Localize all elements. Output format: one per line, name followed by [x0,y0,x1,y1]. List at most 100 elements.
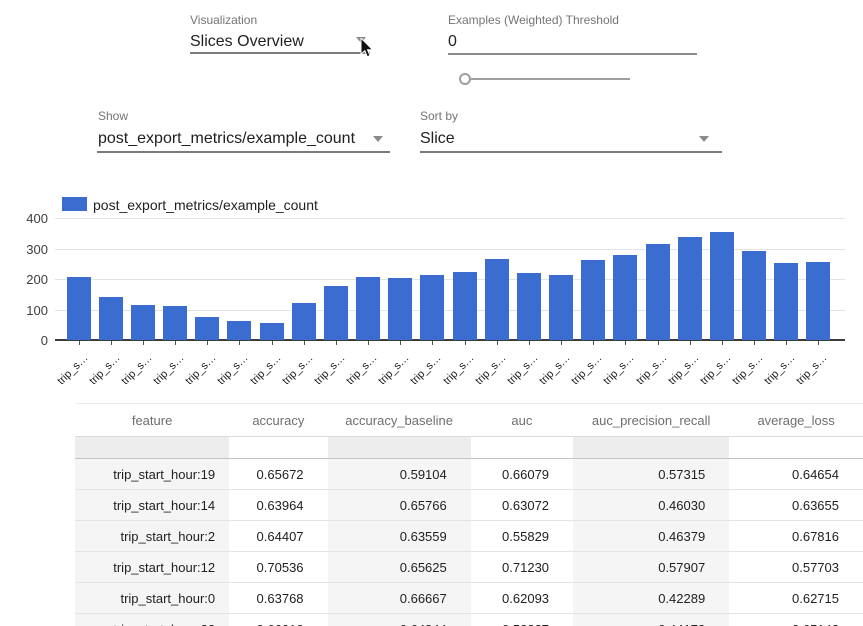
sort-by-select[interactable]: Slice [420,130,455,148]
x-axis-tick-mark [175,341,176,345]
column-header-accuracy_baseline[interactable]: accuracy_baseline [328,404,471,437]
table-row[interactable]: trip_start_hour:190.656720.591040.660790… [75,459,863,490]
bar-example-count[interactable] [163,306,187,340]
bar-example-count[interactable] [806,262,830,340]
bar-example-count[interactable] [260,323,284,340]
show-select[interactable]: post_export_metrics/example_count [98,130,355,148]
x-axis-tick-mark [722,341,723,345]
metric-cell-value: 0.46030 [573,490,729,521]
bar-example-count[interactable] [420,275,444,340]
bar-example-count[interactable] [710,232,734,340]
metric-cell-value: 0.46379 [573,521,729,552]
metric-cell-value: 0.57907 [573,552,729,583]
bar-example-count[interactable] [549,275,573,340]
table-row[interactable]: trip_start_hour:230.660160.648440.583370… [75,614,863,626]
x-axis-tick-mark [786,341,787,345]
metric-cell-value: 0.44173 [573,614,729,626]
filter-cell [229,437,327,459]
bar-example-count[interactable] [324,286,348,340]
x-axis-tick-mark [690,341,691,345]
x-axis-tick-mark [207,341,208,345]
column-header-auc_precision_recall[interactable]: auc_precision_recall [573,404,729,437]
bar-example-count[interactable] [453,272,477,340]
table-row[interactable]: trip_start_hour:120.705360.656250.712300… [75,552,863,583]
feature-cell-value: trip_start_hour:12 [75,552,229,583]
column-header-average_loss[interactable]: average_loss [729,404,863,437]
table-filter-row [75,437,863,459]
visualization-select[interactable]: Slices Overview [190,33,304,51]
metric-cell-value: 0.64407 [229,521,327,552]
metric-cell-value: 0.59104 [328,459,471,490]
feature-cell-value: trip_start_hour:2 [75,521,229,552]
bar-example-count[interactable] [388,278,412,340]
bar-example-count[interactable] [292,303,316,340]
feature-cell-value: trip_start_hour:19 [75,459,229,490]
bar-example-count[interactable] [99,297,123,340]
sort-by-chevron-down-icon[interactable] [699,136,709,142]
metric-cell-value: 0.65625 [328,552,471,583]
filter-cell [328,437,471,459]
feature-cell-value: trip_start_hour:23 [75,614,229,626]
x-axis-tick-mark [529,341,530,345]
column-header-feature[interactable]: feature [75,404,229,437]
metric-cell-value: 0.67816 [729,521,863,552]
bar-example-count[interactable] [67,277,91,340]
threshold-input-underline [448,53,697,55]
threshold-input[interactable]: 0 [448,33,457,51]
metrics-table-grid: featureaccuracyaccuracy_baselineaucauc_p… [75,404,863,626]
threshold-slider-thumb[interactable] [459,73,471,85]
show-chevron-down-icon[interactable] [373,136,383,142]
metrics-table: featureaccuracyaccuracy_baselineaucauc_p… [75,403,863,626]
bar-example-count[interactable] [581,260,605,340]
x-axis-tick-mark [304,341,305,345]
visualization-chevron-down-icon[interactable] [356,37,366,43]
x-axis-tick-mark [625,341,626,345]
metric-cell-value: 0.58337 [471,614,573,626]
metric-cell-value: 0.42289 [573,583,729,614]
column-header-accuracy[interactable]: accuracy [229,404,327,437]
x-axis-tick-mark [400,341,401,345]
table-row[interactable]: trip_start_hour:140.639640.657660.630720… [75,490,863,521]
bar-example-count[interactable] [131,305,155,340]
metric-cell-value: 0.62715 [729,583,863,614]
metric-cell-value: 0.55829 [471,521,573,552]
bar-example-count[interactable] [742,251,766,340]
metric-cell-value: 0.64844 [328,614,471,626]
x-axis-tick-mark [239,341,240,345]
x-axis-tick-mark [111,341,112,345]
bar-example-count[interactable] [485,259,509,340]
metric-cell-value: 0.63655 [729,490,863,521]
filter-cell [471,437,573,459]
sort-by-label: Sort by [420,109,458,123]
table-row[interactable]: trip_start_hour:20.644070.635590.558290.… [75,521,863,552]
threshold-label: Examples (Weighted) Threshold [448,13,619,27]
bar-example-count[interactable] [774,263,798,340]
bar-example-count[interactable] [517,273,541,340]
y-axis-tick-label: 300 [14,242,48,257]
metric-cell-value: 0.70536 [229,552,327,583]
table-row[interactable]: trip_start_hour:00.637680.666670.620930.… [75,583,863,614]
bar-example-count[interactable] [678,237,702,340]
column-header-auc[interactable]: auc [471,404,573,437]
y-axis-tick-label: 400 [14,211,48,226]
bar-example-count[interactable] [646,244,670,340]
metric-cell-value: 0.63768 [229,583,327,614]
x-axis-tick-mark [465,341,466,345]
bar-example-count[interactable] [613,255,637,340]
x-axis-tick-mark [561,341,562,345]
bar-example-count[interactable] [227,321,251,340]
bar-example-count[interactable] [356,277,380,340]
x-axis-tick-mark [272,341,273,345]
example-count-bar-chart: post_export_metrics/example_count 010020… [0,188,863,393]
metric-cell-value: 0.66667 [328,583,471,614]
slicing-metrics-browser: Visualization Slices Overview Examples (… [0,0,863,626]
metric-cell-value: 0.62093 [471,583,573,614]
bar-example-count[interactable] [195,317,219,340]
x-axis-tick-mark [368,341,369,345]
x-axis-tick-mark [818,341,819,345]
threshold-slider-track[interactable] [465,78,630,80]
metric-cell-value: 0.66079 [471,459,573,490]
feature-cell-value: trip_start_hour:14 [75,490,229,521]
show-label: Show [98,109,128,123]
metric-cell-value: 0.71230 [471,552,573,583]
